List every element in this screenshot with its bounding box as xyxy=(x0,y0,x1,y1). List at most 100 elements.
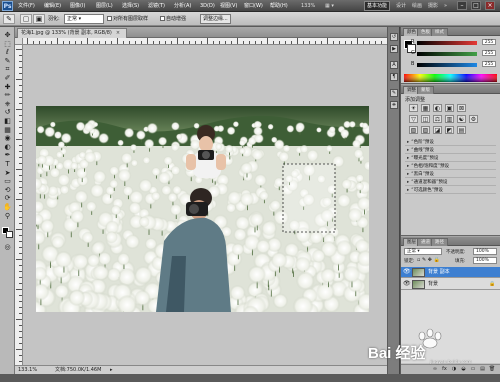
preset-item[interactable]: ▸ “色相/饱和度”预设 xyxy=(405,164,496,170)
channel-b-slider[interactable] xyxy=(417,63,477,67)
adjustment-1-3-icon[interactable]: ▥ xyxy=(445,115,454,123)
expand-arrow-icon[interactable]: ▸ xyxy=(407,180,409,186)
character-panel-icon[interactable]: A xyxy=(390,61,398,69)
expand-arrow-icon[interactable]: ▸ xyxy=(407,156,409,162)
menu-3d[interactable]: 3D(D) xyxy=(199,2,216,10)
zoom-icon[interactable]: ⚲ xyxy=(2,212,13,221)
background-color-icon[interactable] xyxy=(6,231,13,238)
photo-canvas[interactable] xyxy=(36,106,369,312)
menu-analysis[interactable]: 分析(A) xyxy=(173,2,192,10)
expand-arrow-icon[interactable]: ▸ xyxy=(407,148,409,154)
layer-row[interactable]: 👁 背景 🔒 xyxy=(401,279,500,290)
menu-file[interactable]: 文件(F) xyxy=(17,2,36,10)
preset-item[interactable]: ▸ “黑白”预设 xyxy=(405,172,496,178)
menu-help[interactable]: 帮助(H) xyxy=(269,2,289,10)
adjustment-2-2-icon[interactable]: ◪ xyxy=(433,126,442,134)
adjustment-0-2-icon[interactable]: ◐ xyxy=(433,104,442,112)
channel-b-value[interactable]: 255 xyxy=(482,61,496,67)
new-selection-icon[interactable]: ▢ xyxy=(20,14,32,24)
adjustment-1-5-icon[interactable]: ⚙ xyxy=(469,115,478,123)
adjustment-0-4-icon[interactable]: ⊠ xyxy=(457,104,466,112)
vertical-ruler[interactable] xyxy=(15,45,23,365)
adjustment-2-1-icon[interactable]: ▨ xyxy=(421,126,430,134)
style-select[interactable]: 正常 ▾ xyxy=(64,14,104,24)
preset-item[interactable]: ▸ “曝光度”预设 xyxy=(405,156,496,162)
minimize-button[interactable]: – xyxy=(457,1,467,10)
status-zoom[interactable]: 133.1% xyxy=(18,366,37,374)
expand-arrow-icon[interactable]: ▸ xyxy=(407,164,409,170)
menu-image[interactable]: 图像(I) xyxy=(69,2,86,10)
visibility-eye-icon[interactable]: 👁 xyxy=(403,281,411,287)
delete-layer-icon[interactable]: 🗑 xyxy=(488,366,496,373)
adjustment-0-1-icon[interactable]: ▦ xyxy=(421,104,430,112)
tab-styles[interactable]: 样式 xyxy=(431,28,448,36)
close-tab-icon[interactable]: × xyxy=(116,30,120,36)
adjustment-0-0-icon[interactable]: ☀ xyxy=(409,104,418,112)
fill-input[interactable]: 100% xyxy=(473,257,497,264)
workspace-more[interactable]: » xyxy=(444,2,447,10)
history-panel-icon[interactable]: ↺ xyxy=(390,33,398,41)
adjustment-2-4-icon[interactable]: ▤ xyxy=(457,126,466,134)
channel-g-value[interactable]: 255 xyxy=(482,50,496,56)
visibility-eye-icon[interactable]: 👁 xyxy=(403,269,411,275)
close-button[interactable]: × xyxy=(485,1,495,10)
adjustment-1-4-icon[interactable]: ☯ xyxy=(457,115,466,123)
clone-source-panel-icon[interactable]: ⎈ xyxy=(390,101,398,109)
horizontal-ruler[interactable] xyxy=(23,38,387,45)
tab-masks[interactable]: 蒙版 xyxy=(417,86,434,94)
auto-enhance[interactable]: 自动增强 xyxy=(160,14,186,24)
expand-arrow-icon[interactable]: ▸ xyxy=(407,140,409,146)
link-layers-icon[interactable]: ∞ xyxy=(431,366,439,373)
menu-window[interactable]: 窗口(W) xyxy=(243,2,264,10)
new-layer-icon[interactable]: ▤ xyxy=(479,366,487,373)
auto-enhance-checkbox[interactable] xyxy=(160,16,165,21)
status-doc-size[interactable]: 文档:750.0K/1.46M xyxy=(55,366,101,374)
paragraph-panel-icon[interactable]: ¶ xyxy=(390,73,398,81)
fx-icon[interactable]: fx xyxy=(441,366,449,373)
workspace-button[interactable]: 基本功能 xyxy=(364,1,390,11)
color-spectrum[interactable] xyxy=(404,74,497,82)
channel-r-slider[interactable] xyxy=(417,41,477,45)
add-selection-icon[interactable]: ▣ xyxy=(33,14,45,24)
layer-row[interactable]: 👁 背景 副本 xyxy=(401,267,500,278)
tab-paths[interactable]: 路径 xyxy=(431,238,448,246)
preset-item[interactable]: ▸ “可选颜色”预设 xyxy=(405,188,496,194)
canvas-area[interactable] xyxy=(23,45,387,365)
adjustment-1-2-icon[interactable]: ⚖ xyxy=(433,115,442,123)
channel-g-slider[interactable] xyxy=(417,52,477,56)
status-menu-icon[interactable]: ▸ xyxy=(110,366,113,374)
refine-edge-button[interactable]: 调整边缘... xyxy=(200,14,231,24)
arrange-docs-icon[interactable]: ▦ ▾ xyxy=(324,2,335,10)
preset-item[interactable]: ▸ “色阶”预设 xyxy=(405,140,496,146)
actions-panel-icon[interactable]: ▶ xyxy=(390,45,398,53)
expand-arrow-icon[interactable]: ▸ xyxy=(407,172,409,178)
workspace-painting[interactable]: 绘画 xyxy=(412,2,422,10)
channel-r-value[interactable]: 255 xyxy=(482,39,496,45)
ruler-origin[interactable] xyxy=(15,38,23,45)
blend-mode-select[interactable]: 正常 ▾ xyxy=(404,248,442,255)
menu-view[interactable]: 视图(V) xyxy=(219,2,238,10)
menu-filter[interactable]: 滤镜(T) xyxy=(147,2,166,10)
adjustment-2-3-icon[interactable]: ◩ xyxy=(445,126,454,134)
workspace-design[interactable]: 设计 xyxy=(396,2,406,10)
document-tab[interactable]: 花海1.jpg @ 133% (背景 副本, RGB/8) × xyxy=(17,28,128,38)
adjustment-0-3-icon[interactable]: ▣ xyxy=(445,104,454,112)
zoom-level-readout[interactable]: 133% xyxy=(300,2,316,10)
adjustment-1-0-icon[interactable]: ▽ xyxy=(409,115,418,123)
sample-all-layers[interactable]: 对所有图层取样 xyxy=(107,14,148,24)
preset-item[interactable]: ▸ “通道混和器”预设 xyxy=(405,180,496,186)
menu-select[interactable]: 选择(S) xyxy=(121,2,140,10)
group-icon[interactable]: ▭ xyxy=(469,366,477,373)
menu-layer[interactable]: 图层(L) xyxy=(95,2,114,10)
brush-panel-icon[interactable]: ✎ xyxy=(390,89,398,97)
menu-edit[interactable]: 编辑(E) xyxy=(43,2,62,10)
opacity-input[interactable]: 100% xyxy=(473,248,497,255)
maximize-button[interactable]: □ xyxy=(471,1,481,10)
adjustment-2-0-icon[interactable]: ▧ xyxy=(409,126,418,134)
workspace-photography[interactable]: 摄影 xyxy=(428,2,438,10)
mask-icon[interactable]: ◑ xyxy=(450,366,458,373)
adjustment-1-1-icon[interactable]: ◫ xyxy=(421,115,430,123)
marquee-selection[interactable] xyxy=(282,163,336,233)
quick-mask-icon[interactable]: ◎ xyxy=(2,243,13,252)
lock-icons[interactable]: ▫ ✎ ✥ 🔒 xyxy=(417,257,440,263)
